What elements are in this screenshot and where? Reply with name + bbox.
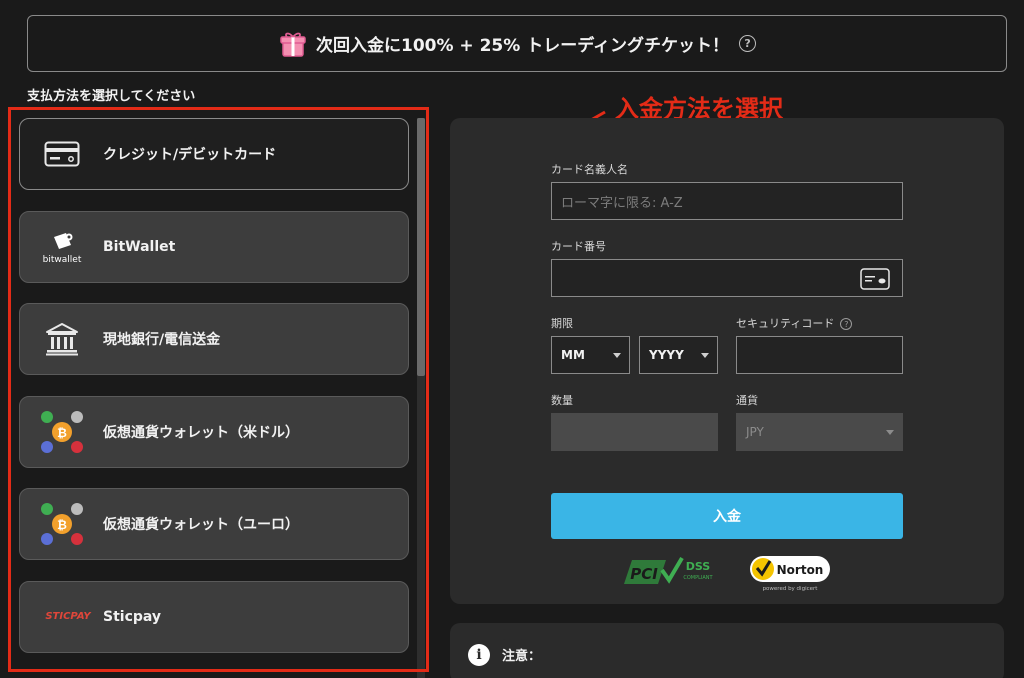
- notice-label: 注意：: [502, 649, 542, 664]
- svg-text:₿: ₿: [57, 426, 67, 440]
- method-label: BitWallet: [103, 238, 176, 255]
- scrollbar-thumb[interactable]: [417, 118, 425, 376]
- method-crypto-usd[interactable]: ₿ 仮想通貨ウォレット（米ドル）: [19, 395, 409, 468]
- info-icon: i: [468, 644, 490, 666]
- svg-text:₿: ₿: [57, 518, 67, 532]
- cardholder-placeholder: ローマ字に限る: A-Z: [561, 195, 683, 211]
- security-code-label: セキュリティコード?: [736, 315, 853, 331]
- cardholder-input[interactable]: ローマ字に限る: A-Z: [551, 182, 903, 220]
- pci-text: PCI: [630, 565, 658, 583]
- promo-banner[interactable]: 次回入金に100% + 25% トレーディングチケット！ ?: [27, 15, 1007, 72]
- bitwallet-logo: bitwallet: [38, 223, 86, 271]
- crypto-icon: ₿: [38, 500, 86, 548]
- chevron-down-icon: [886, 430, 894, 435]
- cardholder-label: カード名義人名: [551, 163, 628, 176]
- currency-select[interactable]: JPY: [736, 413, 903, 451]
- norton-sub-text: powered by digicert: [763, 586, 819, 592]
- method-label: 仮想通貨ウォレット（米ドル）: [103, 424, 299, 441]
- security-code-label-text: セキュリティコード: [736, 317, 835, 330]
- promo-text: 次回入金に100% + 25% トレーディングチケット！: [315, 36, 730, 56]
- chevron-down-icon: [701, 353, 709, 358]
- method-list-scrollbar[interactable]: [417, 118, 425, 678]
- card-icon: [860, 268, 890, 294]
- credit-card-icon: [38, 130, 86, 178]
- currency-label: 通貨: [736, 394, 758, 407]
- card-payment-form: カード名義人名 ローマ字に限る: A-Z カード番号 期限 MM YYYY セキ…: [450, 118, 1004, 604]
- help-icon[interactable]: ?: [840, 318, 853, 330]
- amount-input[interactable]: [551, 413, 718, 451]
- expiry-year-select[interactable]: YYYY: [639, 336, 718, 374]
- gift-icon: [278, 29, 308, 59]
- expiry-month-value: MM: [561, 348, 585, 362]
- card-number-label: カード番号: [551, 240, 606, 253]
- expiry-year-value: YYYY: [649, 348, 684, 362]
- currency-value: JPY: [746, 425, 764, 439]
- bitwallet-logo-text: bitwallet: [43, 255, 82, 265]
- method-sticpay[interactable]: STICPAY Sticpay: [19, 580, 409, 653]
- payment-method-heading: 支払方法を選択してください: [27, 89, 196, 104]
- method-label: クレジット/デビットカード: [103, 147, 277, 163]
- help-icon[interactable]: ?: [739, 35, 757, 52]
- notice-panel: i 注意：: [450, 623, 1004, 678]
- method-credit-card[interactable]: クレジット/デビットカード: [19, 118, 409, 190]
- security-code-input[interactable]: [736, 336, 903, 374]
- expiry-label: 期限: [551, 317, 573, 330]
- expiry-month-select[interactable]: MM: [551, 336, 630, 374]
- method-bitwallet[interactable]: bitwallet BitWallet: [19, 210, 409, 283]
- pci-dss-badge: PCI DSS COMPLIANT: [622, 554, 718, 590]
- method-label: 現地銀行/電信送金: [103, 332, 221, 348]
- method-bank-transfer[interactable]: 現地銀行/電信送金: [19, 303, 409, 375]
- bank-icon: [38, 315, 86, 363]
- amount-label: 数量: [551, 394, 573, 407]
- norton-badge: Norton powered by digicert: [748, 552, 832, 594]
- payment-method-list: クレジット/デビットカード bitwallet BitWallet 現地銀行/電…: [19, 118, 409, 673]
- method-label: Sticpay: [103, 608, 162, 625]
- pci-sub-text: DSS: [686, 560, 711, 573]
- crypto-icon: ₿: [38, 408, 86, 456]
- deposit-button[interactable]: 入金: [551, 493, 903, 539]
- method-label: 仮想通貨ウォレット（ユーロ）: [103, 517, 299, 533]
- pci-compliant-text: COMPLIANT: [683, 575, 713, 581]
- sticpay-logo-text: STICPAY: [45, 611, 91, 622]
- norton-text: Norton: [777, 563, 824, 577]
- chevron-down-icon: [613, 353, 621, 358]
- sticpay-logo: STICPAY: [38, 593, 98, 641]
- card-number-input[interactable]: [551, 259, 903, 297]
- method-crypto-eur[interactable]: ₿ 仮想通貨ウォレット（ユーロ）: [19, 488, 409, 560]
